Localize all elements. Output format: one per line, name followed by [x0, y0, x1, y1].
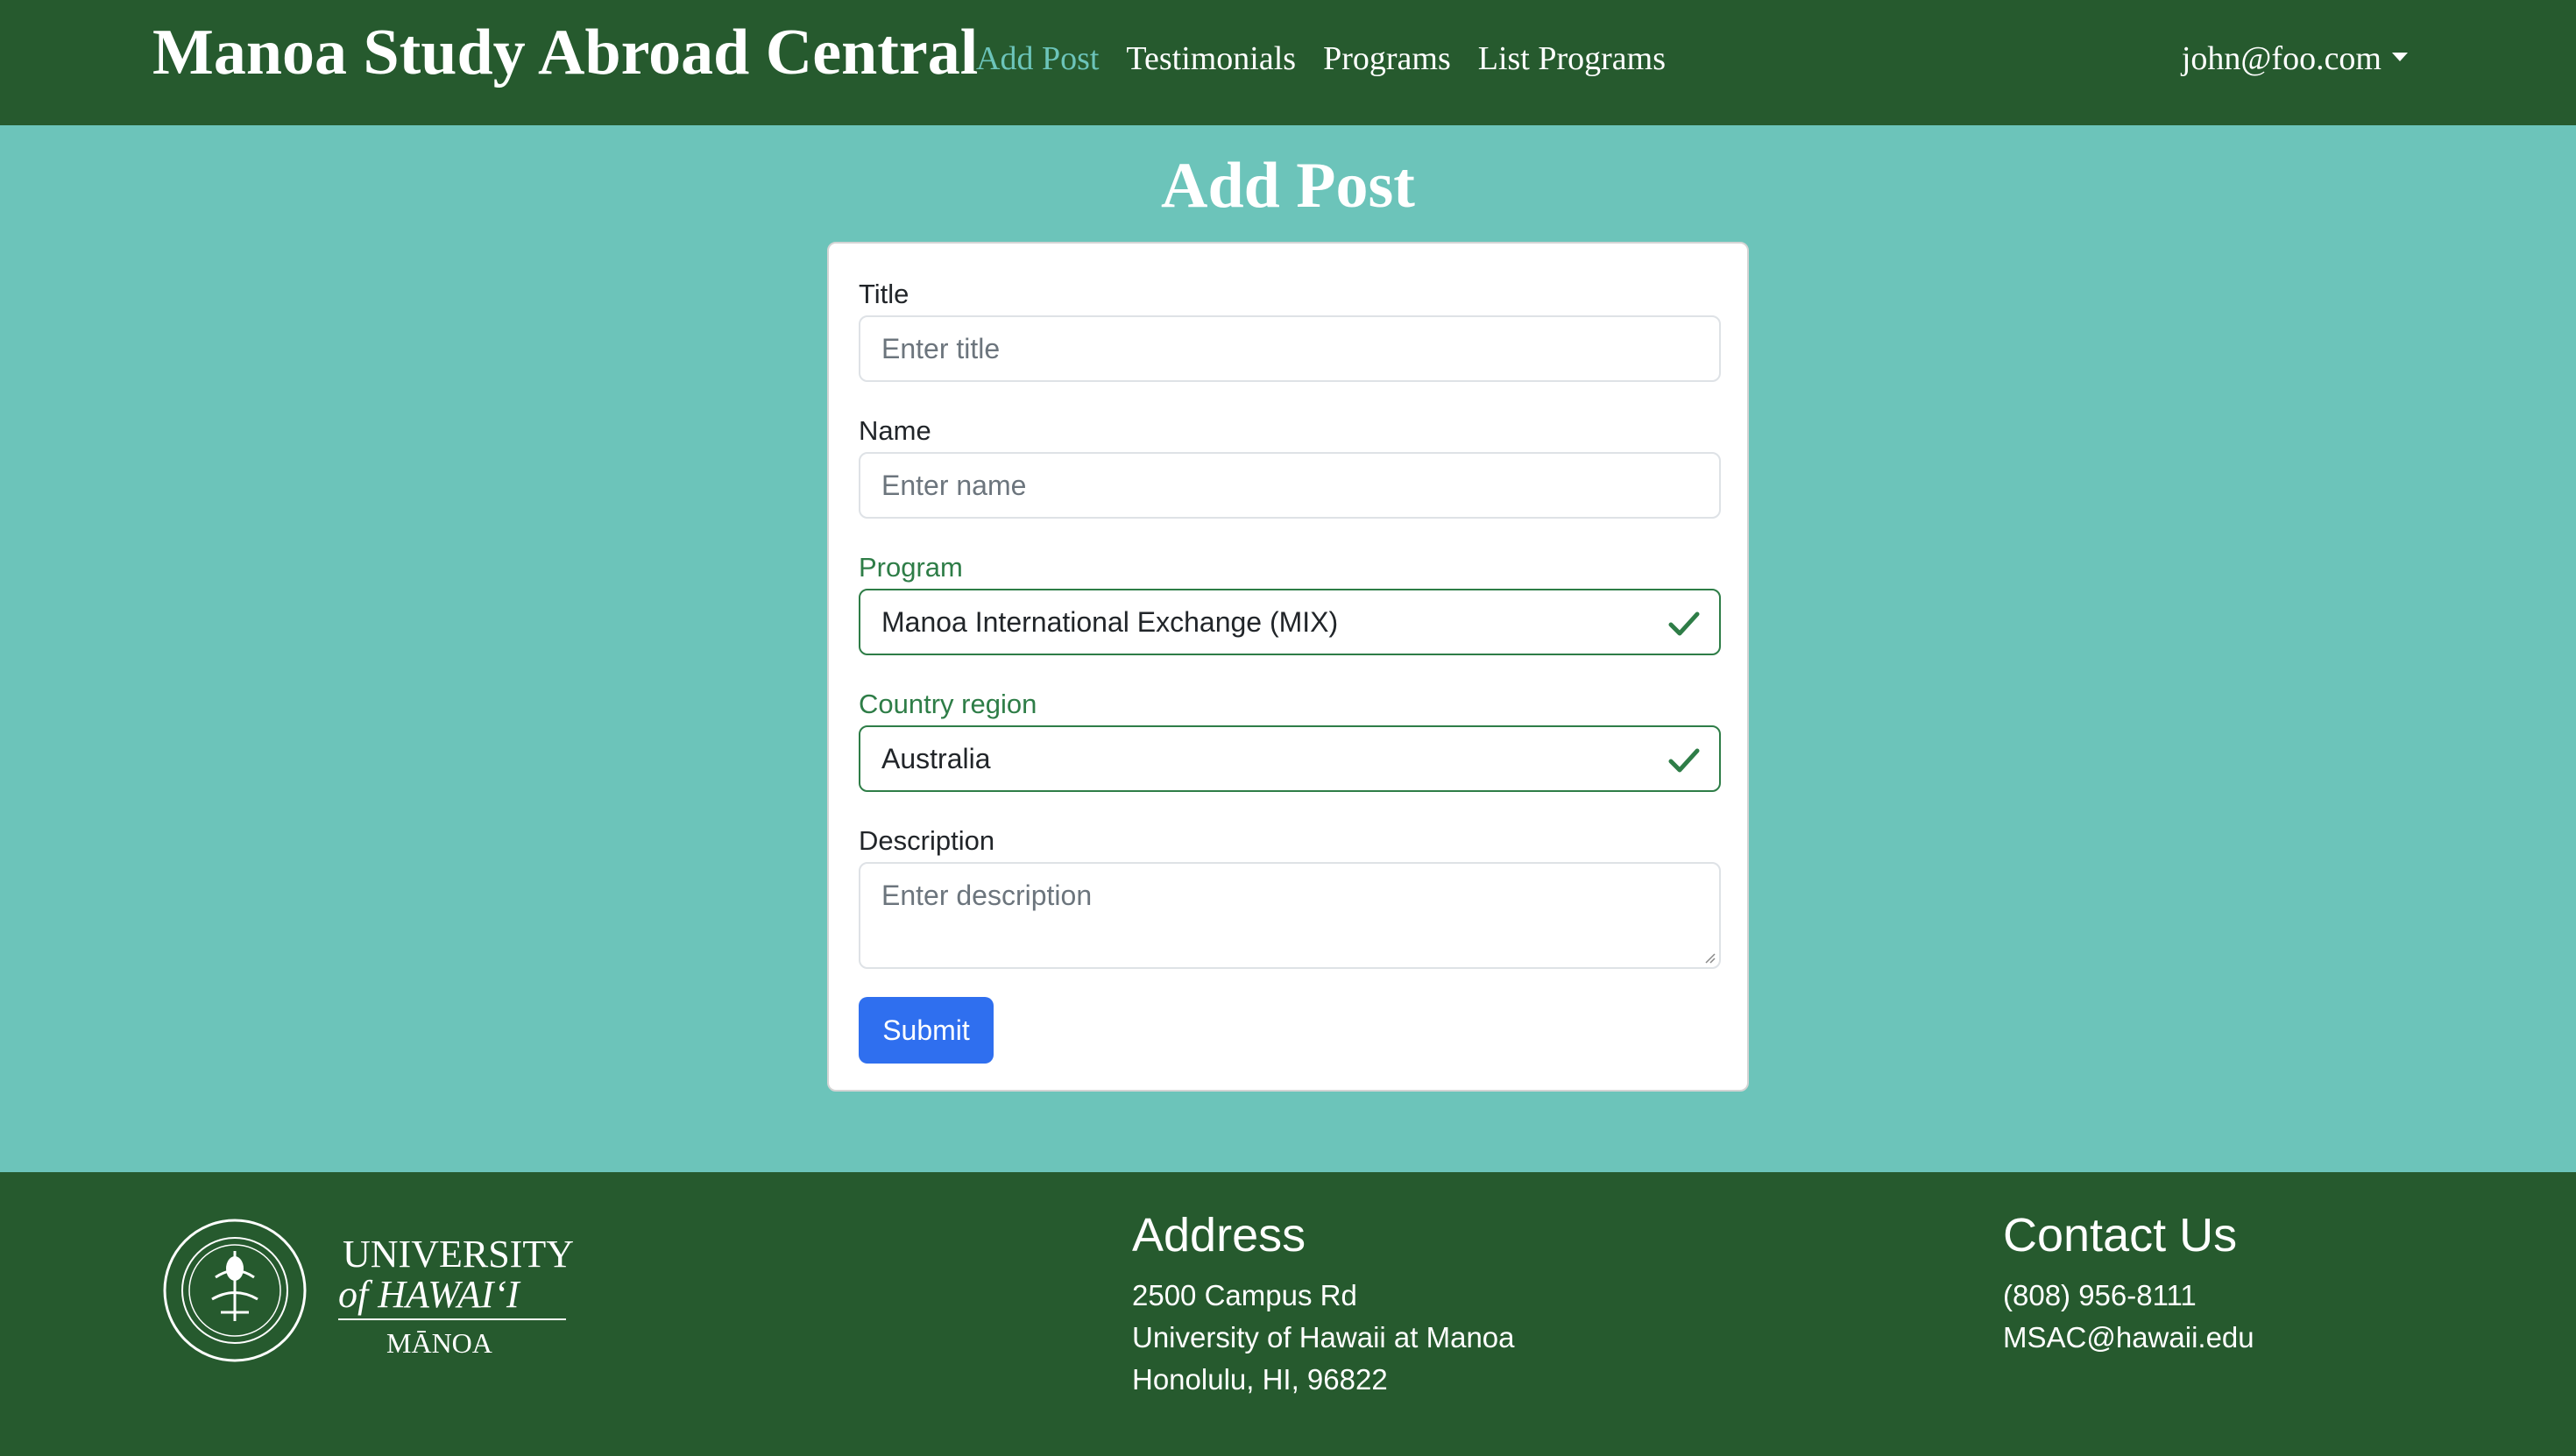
nav-link-list-programs[interactable]: List Programs — [1478, 37, 1666, 81]
title-placeholder: Enter title — [881, 332, 1001, 364]
brand-link[interactable]: Manoa Study Abroad Central — [152, 14, 978, 92]
title-input[interactable]: Enter title — [859, 315, 1721, 382]
address-heading: Address — [1132, 1209, 1306, 1262]
contact-email[interactable]: MSAC@hawaii.edu — [2003, 1317, 2254, 1359]
footer: UNIVERSITY of HAWAIʻI MĀNOA Address 2500… — [0, 1172, 2576, 1456]
check-icon — [1668, 611, 1700, 636]
page-title: Add Post — [1161, 150, 1415, 222]
caret-down-icon — [2392, 53, 2408, 61]
address-line: University of Hawaii at Manoa — [1132, 1320, 1515, 1354]
logo-line-hawaii: of HAWAIʻI — [338, 1273, 521, 1316]
name-placeholder: Enter name — [881, 469, 1027, 501]
program-select[interactable]: Manoa International Exchange (MIX) — [859, 589, 1721, 655]
nav-links: Add Post Testimonials Programs List Prog… — [976, 37, 1666, 81]
navbar: Manoa Study Abroad Central Add Post Test… — [0, 0, 2576, 125]
submit-button[interactable]: Submit — [859, 997, 994, 1064]
country-region-value: Australia — [881, 742, 991, 774]
nav-link-programs[interactable]: Programs — [1323, 37, 1451, 81]
add-post-form: Title Enter title Name Enter name Progra… — [827, 242, 1749, 1092]
name-label: Name — [859, 415, 931, 446]
description-placeholder: Enter description — [881, 880, 1093, 911]
nav-link-add-post[interactable]: Add Post — [976, 37, 1099, 81]
name-input[interactable]: Enter name — [859, 452, 1721, 519]
contact-heading: Contact Us — [2003, 1209, 2238, 1262]
resize-handle-icon[interactable] — [1702, 950, 1716, 964]
title-label: Title — [859, 279, 909, 309]
contact-phone: (808) 956-8111 — [2003, 1278, 2197, 1311]
program-label: Program — [859, 552, 963, 583]
logo-line-manoa: MĀNOA — [386, 1327, 492, 1359]
user-dropdown[interactable]: john@foo.com — [2182, 37, 2408, 81]
logo-line-university: UNIVERSITY — [343, 1233, 574, 1276]
nav-link-testimonials[interactable]: Testimonials — [1126, 37, 1296, 81]
university-logo: UNIVERSITY of HAWAIʻI MĀNOA — [163, 1219, 574, 1362]
check-icon — [1668, 748, 1700, 773]
description-label: Description — [859, 825, 995, 856]
program-value: Manoa International Exchange (MIX) — [881, 605, 1339, 638]
address-line: Honolulu, HI, 96822 — [1132, 1362, 1388, 1396]
address-section: Address 2500 Campus Rd University of Haw… — [1132, 1207, 1515, 1401]
country-region-select[interactable]: Australia — [859, 725, 1721, 792]
contact-section: Contact Us (808) 956-8111 MSAC@hawaii.ed… — [2003, 1207, 2254, 1359]
country-region-label: Country region — [859, 689, 1037, 719]
description-textarea[interactable]: Enter description — [859, 862, 1721, 969]
address-line: 2500 Campus Rd — [1132, 1278, 1357, 1311]
user-email: john@foo.com — [2181, 40, 2381, 77]
